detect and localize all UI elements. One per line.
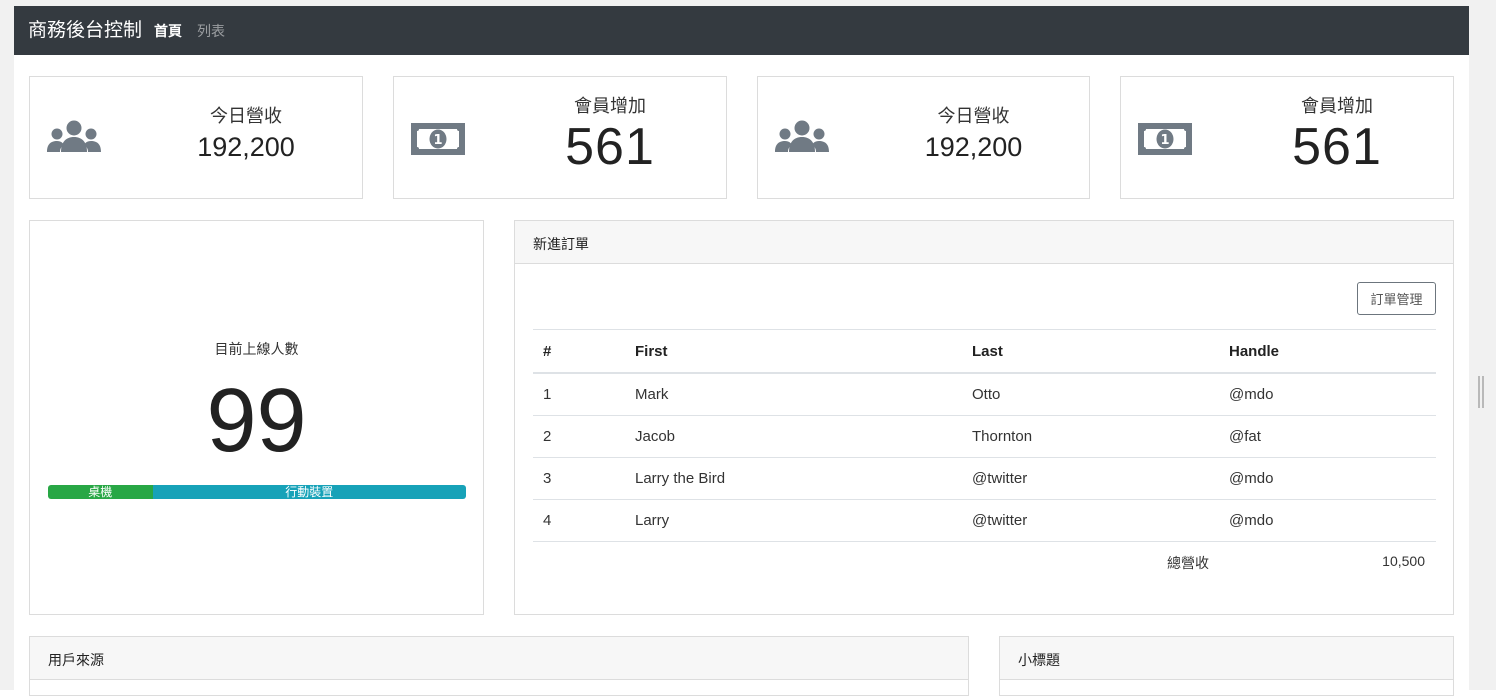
table-cell: Thornton [962, 415, 1219, 458]
svg-text:1: 1 [433, 133, 442, 148]
subtitle-card: 小標題 [999, 636, 1454, 696]
table-cell: 4 [533, 499, 625, 542]
table-header-row: # First Last Handle [533, 329, 1436, 374]
brand-title[interactable]: 商務後台控制 [28, 19, 142, 43]
page-left-border [0, 0, 14, 690]
order-management-button[interactable]: 訂單管理 [1357, 282, 1436, 315]
stat-card-members: 1 會員增加 561 [393, 76, 727, 199]
online-users-label: 目前上線人數 [214, 341, 299, 357]
table-cell: Otto [962, 373, 1219, 416]
user-sources-card: 用戶來源 [29, 636, 969, 696]
table-cell: Larry the Bird [625, 457, 962, 500]
progress-segment-desktop: 桌機 [48, 485, 153, 499]
table-cell: @fat [1219, 415, 1436, 458]
stat-label: 今日營收 [937, 106, 1010, 126]
online-users-count: 99 [206, 371, 307, 471]
svg-text:1: 1 [1160, 133, 1169, 148]
progress-segment-mobile: 行動裝置 [152, 485, 466, 499]
card-title: 用戶來源 [48, 652, 104, 668]
money-bill-icon: 1 [1138, 123, 1192, 155]
table-row: 1 Mark Otto @mdo [533, 373, 1436, 416]
column-header: First [625, 329, 962, 374]
table-cell: @twitter [962, 499, 1219, 542]
card-header: 新進訂單 [515, 221, 1453, 264]
table-cell: 2 [533, 415, 625, 458]
page-right-gutter [1469, 0, 1496, 690]
stat-value: 561 [1292, 118, 1382, 176]
table-cell: 1 [533, 373, 625, 416]
table-cell: Mark [625, 373, 962, 416]
column-header: # [533, 329, 625, 374]
table-row: 2 Jacob Thornton @fat [533, 415, 1436, 458]
table-cell: @twitter [962, 457, 1219, 500]
table-cell: Jacob [625, 415, 962, 458]
total-revenue-value: 10,500 [1382, 553, 1425, 569]
stat-card-members: 1 會員增加 561 [1120, 76, 1454, 199]
table-cell: @mdo [1219, 373, 1436, 416]
total-revenue-label: 總營收 [1167, 555, 1209, 571]
new-orders-card: 新進訂單 訂單管理 # First Last Handle 1 Mark Ott… [514, 220, 1454, 615]
nav-link-list[interactable]: 列表 [197, 22, 225, 40]
card-title: 小標題 [1018, 652, 1060, 668]
online-users-card: 目前上線人數 99 桌機 行動裝置 [29, 220, 484, 615]
stat-label: 會員增加 [574, 96, 646, 116]
stat-label: 今日營收 [210, 106, 282, 126]
device-progress-bar: 桌機 行動裝置 [48, 485, 466, 499]
stat-value: 561 [565, 118, 655, 176]
table-cell: 3 [533, 457, 625, 500]
top-navbar: 商務後台控制 首頁 列表 [14, 6, 1469, 55]
resize-handle[interactable] [1478, 376, 1484, 408]
stat-value: 192,200 [924, 132, 1023, 162]
table-cell: @mdo [1219, 457, 1436, 500]
column-header: Last [962, 329, 1219, 374]
nav-link-home[interactable]: 首頁 [154, 22, 182, 40]
table-cell: Larry [625, 499, 962, 542]
card-header: 用戶來源 [30, 637, 968, 680]
stat-card-revenue: 今日營收 192,200 [29, 76, 363, 199]
card-header: 小標題 [1000, 637, 1453, 680]
table-row: 3 Larry the Bird @twitter @mdo [533, 457, 1436, 500]
orders-table: # First Last Handle 1 Mark Otto @mdo 2 J… [533, 329, 1436, 542]
table-cell: @mdo [1219, 499, 1436, 542]
column-header: Handle [1219, 329, 1436, 374]
users-icon [47, 120, 101, 152]
card-title: 新進訂單 [533, 236, 589, 252]
stat-card-revenue: 今日營收 192,200 [757, 76, 1090, 199]
table-row: 4 Larry @twitter @mdo [533, 499, 1436, 542]
stat-label: 會員增加 [1301, 96, 1373, 116]
stat-value: 192,200 [197, 132, 295, 162]
money-bill-icon: 1 [411, 123, 465, 155]
users-icon [775, 120, 829, 152]
